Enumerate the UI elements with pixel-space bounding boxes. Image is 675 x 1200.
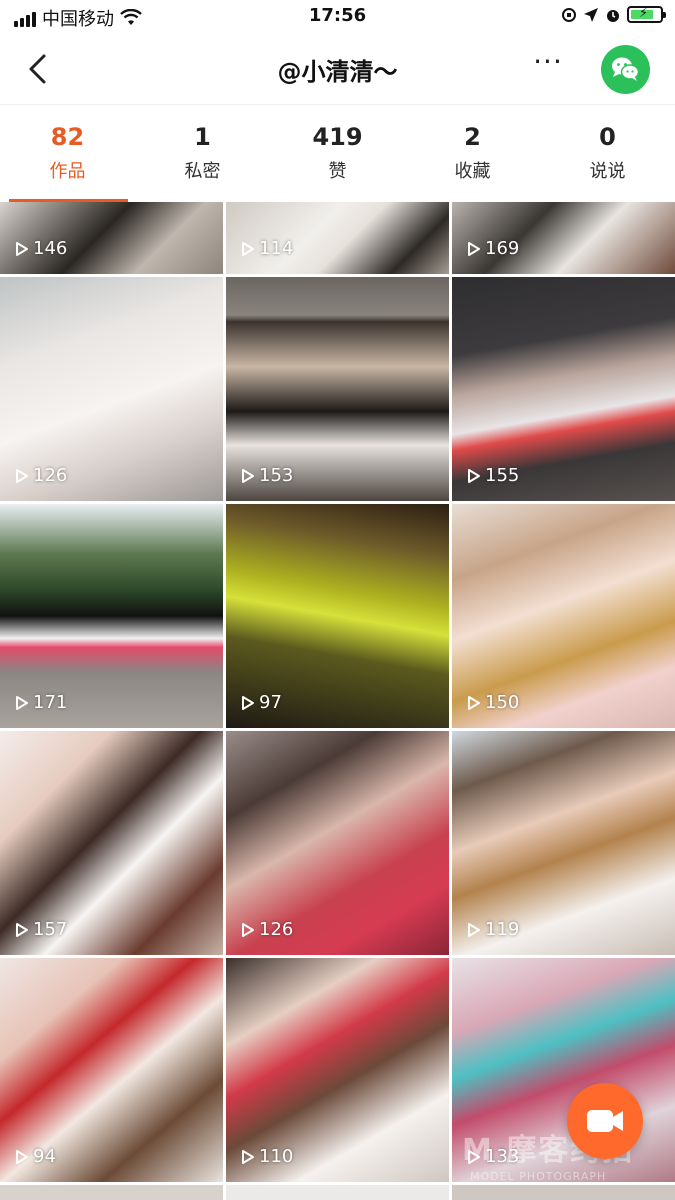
tab-posts[interactable]: 0 说说 [540,105,675,202]
video-thumbnail[interactable]: 169 [452,202,675,274]
play-count: 97 [259,692,282,713]
record-video-button[interactable] [567,1083,643,1159]
play-icon [242,241,254,256]
tab-count: 2 [464,123,481,151]
video-thumbnail[interactable]: 114 [226,202,449,274]
video-thumbnail[interactable]: 157 [0,731,223,955]
video-thumbnail[interactable]: 153 [226,277,449,501]
tab-count: 419 [312,123,363,151]
wechat-share-button[interactable] [601,45,650,94]
video-thumbnail[interactable] [226,1185,449,1200]
wechat-icon [612,57,640,81]
play-count: 110 [259,1146,294,1167]
play-icon [16,922,28,937]
more-options-button[interactable]: ··· [528,48,568,82]
tab-count: 1 [194,123,211,151]
video-thumbnail[interactable]: 126 [226,731,449,955]
navigation-bar: @小清清～ ··· [0,34,675,104]
tab-favorites[interactable]: 2 收藏 [405,105,540,202]
tab-label: 收藏 [454,161,491,182]
video-thumbnail[interactable]: 119 [452,731,675,955]
tab-label: 赞 [328,161,347,182]
play-count: 126 [259,919,294,940]
watermark-subtitle: MODEL PHOTOGRAPH [470,1170,607,1183]
video-thumbnail[interactable] [0,1185,223,1200]
play-icon [242,468,254,483]
tab-label: 作品 [49,161,86,182]
play-icon [468,241,480,256]
tab-count: 82 [50,123,85,151]
play-icon [242,1149,254,1164]
play-icon [16,1149,28,1164]
location-icon [584,7,598,22]
video-thumbnail[interactable]: 97 [226,504,449,728]
play-count: 155 [485,465,520,486]
play-count: 169 [485,238,520,259]
play-icon [16,241,28,256]
video-thumbnail[interactable]: 94 [0,958,223,1182]
tab-label: 说说 [589,161,626,182]
camera-record-icon [587,1110,623,1132]
play-icon [242,922,254,937]
tab-label: 私密 [184,161,221,182]
play-icon [468,922,480,937]
play-count: 114 [259,238,294,259]
profile-stats-tabs: 82 作品 1 私密 419 赞 2 收藏 0 说说 [0,104,675,202]
video-thumbnail[interactable]: 126 [0,277,223,501]
play-count: 153 [259,465,294,486]
video-grid: 146 114 169 126 153 155 171 97 150 157 1… [0,202,675,1200]
play-icon [16,695,28,710]
alarm-icon [607,9,619,22]
tab-works[interactable]: 82 作品 [0,105,135,202]
play-count: 150 [485,692,520,713]
battery-icon: ⚡ [627,6,666,23]
video-thumbnail[interactable]: 171 [0,504,223,728]
play-icon [242,695,254,710]
play-icon [16,468,28,483]
video-thumbnail[interactable]: 150 [452,504,675,728]
status-bar: 中国移动 17:56 ⚡ [0,0,675,34]
play-count: 94 [33,1146,56,1167]
play-icon [468,468,480,483]
play-count: 119 [485,919,520,940]
tab-private[interactable]: 1 私密 [135,105,270,202]
video-thumbnail[interactable]: 155 [452,277,675,501]
video-thumbnail[interactable]: 110 [226,958,449,1182]
play-count: 126 [33,465,68,486]
play-count: 171 [33,692,68,713]
play-count: 157 [33,919,68,940]
rotation-lock-icon [562,7,576,22]
tab-likes[interactable]: 419 赞 [270,105,405,202]
page-title: @小清清～ [277,58,398,86]
tab-count: 0 [599,123,616,151]
play-icon [468,695,480,710]
play-count: 146 [33,238,68,259]
video-thumbnail[interactable] [452,1185,675,1200]
video-thumbnail[interactable]: 146 [0,202,223,274]
